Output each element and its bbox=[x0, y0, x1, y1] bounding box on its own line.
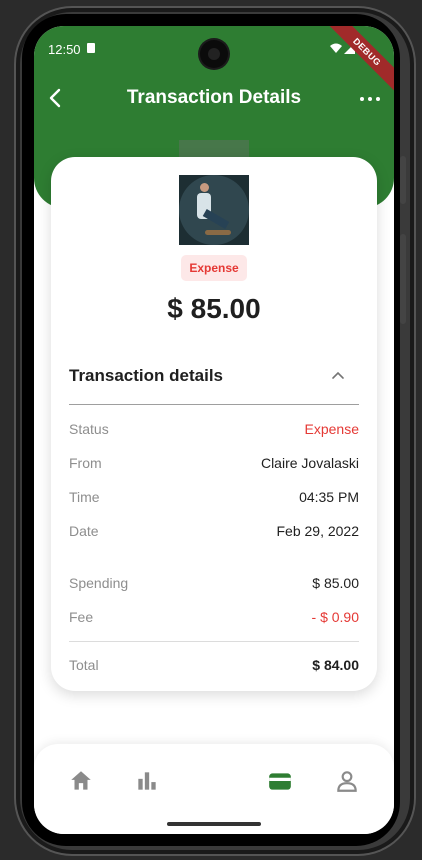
transaction-card: Expense $ 85.00 Transaction details Stat… bbox=[51, 157, 377, 691]
wallet-icon[interactable] bbox=[267, 768, 293, 794]
detail-row-status: Status Expense bbox=[69, 421, 359, 441]
bottom-navigation bbox=[34, 744, 394, 834]
transaction-amount: $ 85.00 bbox=[167, 293, 261, 324]
detail-label: Status bbox=[69, 421, 109, 437]
detail-value: - $ 0.90 bbox=[311, 609, 359, 625]
detail-value: $ 85.00 bbox=[312, 575, 359, 591]
detail-row-spending: Spending $ 85.00 bbox=[69, 575, 359, 595]
home-indicator[interactable] bbox=[167, 822, 261, 826]
detail-label: Total bbox=[69, 657, 99, 673]
detail-row-date: Date Feb 29, 2022 bbox=[69, 523, 359, 543]
detail-label: Spending bbox=[69, 575, 129, 591]
detail-row-total: Total $ 84.00 bbox=[69, 657, 359, 677]
detail-label: Date bbox=[69, 523, 99, 539]
bar-chart-icon[interactable] bbox=[134, 768, 160, 794]
chevron-up-icon[interactable] bbox=[329, 367, 347, 385]
page-title: Transaction Details bbox=[126, 87, 302, 108]
detail-value: $ 84.00 bbox=[312, 657, 359, 673]
detail-value: Claire Jovalaski bbox=[260, 455, 359, 471]
detail-row-fee: Fee - $ 0.90 bbox=[69, 609, 359, 629]
transaction-type-badge: Expense bbox=[181, 255, 247, 281]
recipient-photo bbox=[179, 175, 249, 245]
app-screen: 12:50 DEBUG Transaction Details Expense … bbox=[34, 26, 394, 834]
detail-label: Time bbox=[69, 489, 100, 505]
profile-icon[interactable] bbox=[334, 768, 360, 794]
detail-label: From bbox=[69, 455, 102, 471]
home-icon[interactable] bbox=[68, 768, 94, 794]
wifi-icon bbox=[330, 43, 342, 53]
section-divider bbox=[69, 404, 359, 405]
detail-value: Feb 29, 2022 bbox=[276, 523, 359, 539]
power-button bbox=[400, 156, 406, 204]
sd-card-icon bbox=[87, 43, 95, 53]
volume-button bbox=[400, 234, 406, 324]
detail-row-from: From Claire Jovalaski bbox=[69, 455, 359, 475]
detail-value: Expense bbox=[304, 421, 359, 437]
more-horizontal-icon[interactable] bbox=[358, 86, 382, 110]
details-section-title[interactable]: Transaction details bbox=[69, 366, 223, 386]
front-camera bbox=[200, 40, 228, 68]
detail-label: Fee bbox=[69, 609, 94, 625]
total-divider bbox=[69, 641, 359, 642]
detail-value: 04:35 PM bbox=[299, 489, 359, 505]
detail-row-time: Time 04:35 PM bbox=[69, 489, 359, 509]
app-bar: Transaction Details bbox=[34, 78, 394, 118]
status-time: 12:50 bbox=[48, 42, 81, 57]
